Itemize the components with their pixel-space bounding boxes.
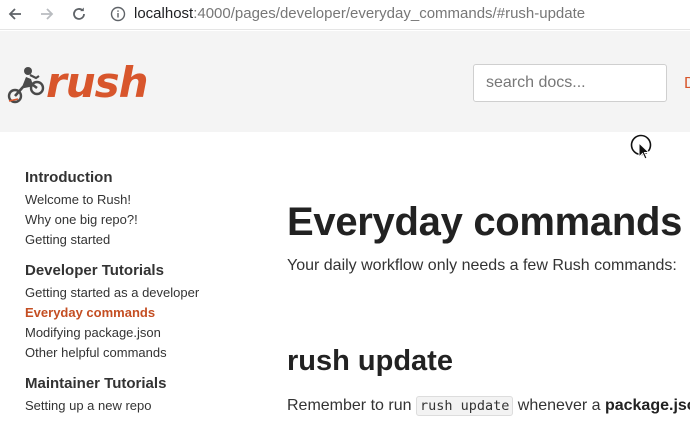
rush-logo[interactable]: rush: [6, 58, 149, 107]
motorcycle-rider-icon: [7, 67, 45, 104]
sidebar-section-maintainer-tutorials: Maintainer Tutorials Setting up a new re…: [25, 374, 255, 416]
section-title-rush-update: rush update: [287, 345, 453, 377]
sidebar-item-setting-up-new-repo[interactable]: Setting up a new repo: [25, 396, 255, 416]
browser-toolbar: localhost:4000/pages/developer/everyday_…: [0, 0, 690, 30]
sidebar-heading: Developer Tutorials: [25, 262, 164, 279]
address-bar[interactable]: localhost:4000/pages/developer/everyday_…: [134, 5, 585, 23]
sidebar-heading: Introduction: [25, 169, 113, 186]
search-input[interactable]: [473, 64, 667, 102]
lead-paragraph: Your daily workflow only needs a few Rus…: [287, 257, 677, 274]
sidebar-item-welcome[interactable]: Welcome to Rush!: [25, 190, 255, 210]
inline-code: rush update: [415, 396, 514, 416]
back-button[interactable]: [4, 3, 26, 25]
site-header: rush D: [0, 31, 690, 132]
forward-button[interactable]: [36, 3, 58, 25]
forward-arrow-icon: [41, 8, 54, 20]
sidebar-item-getting-started-developer[interactable]: Getting started as a developer: [25, 283, 255, 303]
url-host: localhost: [134, 5, 194, 22]
mouse-cursor-icon: [630, 134, 652, 160]
reload-icon: [73, 7, 85, 20]
header-nav-link[interactable]: D: [684, 75, 690, 93]
para-text: whenever a: [513, 397, 605, 414]
sidebar-item-everyday-commands[interactable]: Everyday commands: [25, 303, 255, 323]
back-arrow-icon: [8, 8, 21, 20]
main-content: Everyday commands Your daily workflow on…: [287, 198, 690, 417]
sidebar-heading: Maintainer Tutorials: [25, 375, 167, 392]
sidebar-section-introduction: Introduction Welcome to Rush! Why one bi…: [25, 168, 255, 250]
sidebar-item-getting-started[interactable]: Getting started: [25, 230, 255, 250]
sidebar-item-why-one-big-repo[interactable]: Why one big repo?!: [25, 210, 255, 230]
page-title: Everyday commands: [287, 200, 683, 244]
para-bold-text: package.json: [604, 397, 690, 414]
para-text: Remember to run: [287, 397, 416, 414]
sidebar-item-other-helpful-commands[interactable]: Other helpful commands: [25, 343, 255, 363]
sidebar-section-developer-tutorials: Developer Tutorials Getting started as a…: [25, 261, 255, 363]
sidebar-nav: Introduction Welcome to Rush! Why one bi…: [25, 168, 255, 427]
info-icon[interactable]: [110, 6, 126, 22]
rush-update-paragraph: Remember to run rush update whenever a p…: [287, 395, 690, 417]
sidebar-item-modifying-package-json[interactable]: Modifying package.json: [25, 323, 255, 343]
url-path: :4000/pages/developer/everyday_commands/…: [193, 5, 586, 22]
reload-button[interactable]: [68, 3, 90, 25]
logo-text: rush: [46, 58, 149, 107]
